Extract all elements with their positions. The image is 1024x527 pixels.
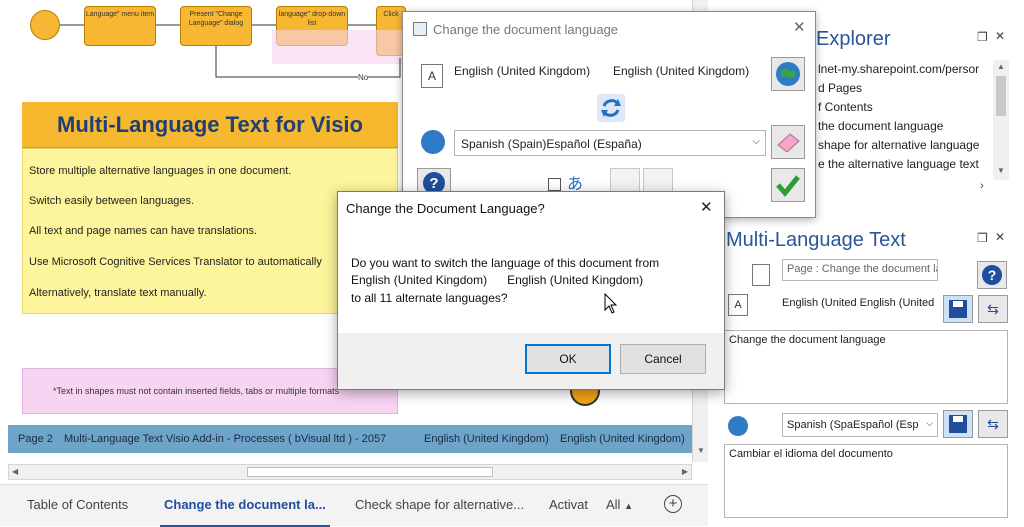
tree-item[interactable]: lnet-my.sharepoint.com/persor <box>818 62 979 76</box>
tab-change-language[interactable]: Change the document la... <box>164 497 326 512</box>
close-icon[interactable]: ✕ <box>793 18 806 36</box>
horizontal-scrollbar[interactable]: ◀ ▶ <box>8 464 692 480</box>
swap-icon: ⇆ <box>987 300 999 317</box>
refresh-button[interactable] <box>595 92 627 124</box>
refresh-icon <box>597 94 625 122</box>
help-button[interactable]: ? <box>977 261 1007 289</box>
banner-title: Multi-Language Text for Visio <box>57 112 363 137</box>
scroll-down-icon[interactable]: ▼ <box>697 446 705 455</box>
globe-icon <box>728 416 748 436</box>
svg-text:?: ? <box>988 267 997 283</box>
close-icon[interactable]: ✕ <box>700 198 713 216</box>
check-icon <box>776 175 800 197</box>
change-language-dialog: Change the document language ✕ A English… <box>402 11 816 218</box>
dialog-title: Change the document language <box>433 22 619 37</box>
tab-check-shape[interactable]: Check shape for alternative... <box>355 497 524 512</box>
scroll-up-icon[interactable]: ▲ <box>997 62 1005 71</box>
feature-line: All text and page names can have transla… <box>29 225 258 237</box>
status-lang2: English (United Kingdom) <box>560 433 685 445</box>
close-icon[interactable]: ✕ <box>995 230 1005 244</box>
lang-pair-label: English (United English (United <box>782 297 935 309</box>
tree-item[interactable]: the document language <box>818 119 943 133</box>
page-status-bar: Page 2 Multi-Language Text Visio Add-in … <box>8 425 692 453</box>
explorer-vscroll[interactable]: ▲ ▼ <box>993 60 1009 180</box>
globe-doc-icon <box>421 130 445 154</box>
tab-table-of-contents[interactable]: Table of Contents <box>27 497 128 512</box>
status-page: Page 2 <box>18 433 53 445</box>
page-tabs: Table of Contents Change the document la… <box>0 484 708 527</box>
chevron-down-icon: ⌵ <box>752 136 760 147</box>
english-text-area[interactable]: Change the document language <box>724 330 1008 404</box>
target-language-select[interactable]: Spanish (Spain)Español (España) ⌵ <box>454 130 766 156</box>
chevron-down-icon: ⌵ <box>926 418 933 428</box>
globe-icon <box>776 62 800 86</box>
explorer-tree: lnet-my.sharepoint.com/persor d Pages f … <box>808 58 1018 178</box>
status-doc: Multi-Language Text Visio Add-in - Proce… <box>64 433 387 445</box>
page-field[interactable]: Page : Change the document la <box>782 259 938 281</box>
feature-line: Store multiple alternative languages in … <box>29 165 292 177</box>
cancel-button[interactable]: Cancel <box>620 344 706 374</box>
tab-all[interactable]: All ▲ <box>606 497 633 512</box>
tree-item[interactable]: e the alternative language text <box>818 157 979 171</box>
chevron-right-icon[interactable]: › <box>980 180 984 192</box>
svg-text:?: ? <box>429 175 438 192</box>
apply-button[interactable] <box>771 168 805 202</box>
spanish-text-area[interactable]: Cambiar el idioma del documento <box>724 444 1008 518</box>
swap-button[interactable]: ⇆ <box>978 295 1008 323</box>
confirm-line2: English (United Kingdom) English (United… <box>351 273 644 287</box>
option-checkbox[interactable] <box>548 178 561 191</box>
current-language-native: English (United Kingdom) <box>613 64 750 78</box>
tree-item[interactable]: shape for alternative language <box>818 138 979 152</box>
restore-icon[interactable]: ❐ <box>977 30 988 44</box>
eraser-button[interactable] <box>771 125 805 159</box>
no-label: No <box>358 73 369 82</box>
scroll-thumb[interactable] <box>996 76 1006 116</box>
ok-button[interactable]: OK <box>525 344 611 374</box>
eraser-icon <box>777 133 800 153</box>
tab-all-label: All <box>606 497 621 512</box>
explorer-title: Explorer <box>816 28 891 50</box>
language-doc-icon: A <box>421 64 443 88</box>
note-text: *Text in shapes must not contain inserte… <box>53 386 340 396</box>
swap-button[interactable]: ⇆ <box>978 410 1008 438</box>
save-button[interactable] <box>943 410 973 438</box>
flow-connectors <box>60 24 401 78</box>
add-icon: + <box>668 495 678 512</box>
status-lang1: English (United Kingdom) <box>424 433 549 445</box>
save-button[interactable] <box>943 295 973 323</box>
confirm-line1: Do you want to switch the language of th… <box>351 256 660 270</box>
save-icon <box>949 300 967 318</box>
current-language: English (United Kingdom) <box>454 64 591 78</box>
dialog-app-icon <box>413 22 427 36</box>
scroll-thumb[interactable] <box>247 467 493 477</box>
confirm-title: Change the Document Language? <box>346 201 545 216</box>
page-doc-icon <box>752 264 770 286</box>
tab-activate[interactable]: Activat <box>549 497 588 512</box>
feature-line: Use Microsoft Cognitive Services Transla… <box>29 256 322 268</box>
restore-icon[interactable]: ❐ <box>977 231 988 245</box>
feature-line: Switch easily between languages. <box>29 195 195 207</box>
language-doc-icon: A <box>728 294 748 316</box>
target-language-value: Spanish (Spain)Español (España) <box>461 137 642 151</box>
scroll-down-icon[interactable]: ▼ <box>997 166 1005 175</box>
caret-up-icon: ▲ <box>624 501 633 511</box>
swap-icon: ⇆ <box>987 415 999 432</box>
tree-item[interactable]: d Pages <box>818 81 862 95</box>
close-icon[interactable]: ✕ <box>995 29 1005 43</box>
spanish-select[interactable]: Spanish (SpaEspañol (Esp ⌵ <box>782 413 938 437</box>
save-icon <box>949 415 967 433</box>
mouse-cursor-icon <box>604 293 618 314</box>
globe-button[interactable] <box>771 57 805 91</box>
spanish-select-value: Spanish (SpaEspañol (Esp <box>787 419 919 431</box>
scroll-right-icon[interactable]: ▶ <box>682 467 688 476</box>
add-page-button[interactable]: + <box>664 495 682 513</box>
mlt-title: Multi-Language Text <box>726 229 906 251</box>
tree-item[interactable]: f Contents <box>818 100 873 114</box>
confirm-line3: to all 11 alternate languages? <box>351 291 508 305</box>
confirm-dialog: Change the Document Language? ✕ Do you w… <box>337 191 725 390</box>
title-banner[interactable]: Multi-Language Text for Visio <box>22 102 398 148</box>
feature-line: Alternatively, translate text manually. <box>29 287 207 299</box>
help-icon: ? <box>982 265 1002 285</box>
scroll-left-icon[interactable]: ◀ <box>12 467 18 476</box>
